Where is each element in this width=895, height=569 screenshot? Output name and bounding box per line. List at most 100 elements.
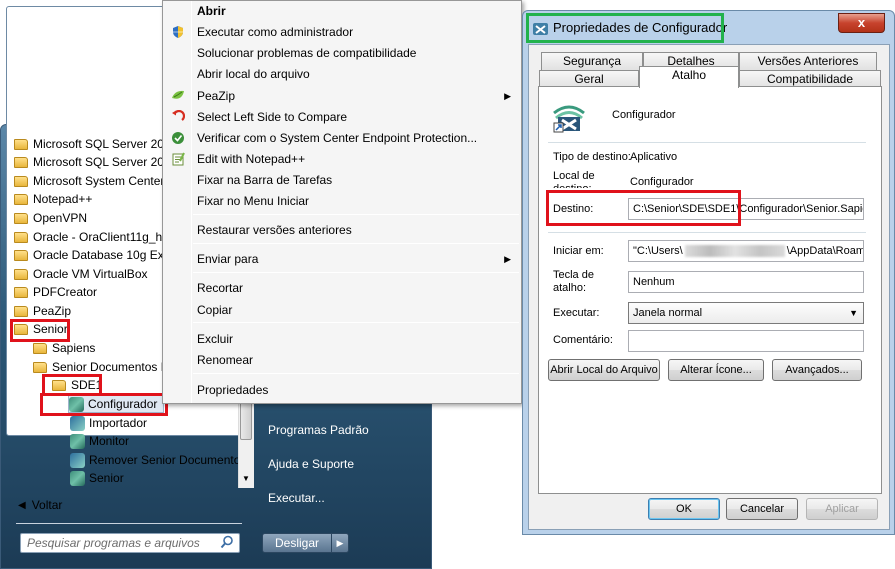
advanced-button[interactable]: Avançados... <box>772 359 862 381</box>
programs-scroll-thumb[interactable] <box>240 400 252 440</box>
cut-item[interactable]: Recortar <box>197 278 243 298</box>
program-label: Senior Documentos E <box>52 360 169 374</box>
monitor-item[interactable]: Monitor <box>70 432 238 450</box>
folder-icon <box>14 138 28 150</box>
tab-atalho[interactable]: Atalho <box>639 66 739 88</box>
submenu-arrow-icon: ▶ <box>504 254 511 264</box>
program-label: Configurador <box>88 397 158 411</box>
senior-app-item[interactable]: Senior <box>70 469 238 487</box>
program-label: OpenVPN <box>33 211 88 225</box>
comment-input[interactable] <box>628 330 864 352</box>
restore-previous-versions-item[interactable]: Restaurar versões anteriores <box>197 220 352 240</box>
shortcut-icon <box>552 99 586 133</box>
program-label: Monitor <box>89 434 130 448</box>
pin-taskbar-item[interactable]: Fixar na Barra de Tarefas <box>197 170 332 190</box>
remover-senior-item[interactable]: Remover Senior Documentos <box>70 451 238 469</box>
app-icon <box>70 415 85 431</box>
run-as-admin-item[interactable]: Executar como administrador <box>197 22 353 42</box>
program-label: Microsoft SQL Server 2008 <box>33 155 178 169</box>
run-link[interactable]: Executar... <box>268 491 325 505</box>
ok-button[interactable]: OK <box>648 498 720 520</box>
folder-icon <box>14 175 28 187</box>
open-item[interactable]: Abrir <box>197 1 226 21</box>
folder-icon <box>14 249 28 261</box>
send-to-item[interactable]: Enviar para <box>197 249 258 269</box>
folder-icon <box>52 379 66 391</box>
start-in-prefix: "C:\Users\ <box>633 245 683 257</box>
target-input[interactable]: C:\Senior\SDE\SDE1\Configurador\Senior.S… <box>628 198 864 220</box>
importador-item[interactable]: Importador <box>70 414 238 432</box>
help-and-support-link[interactable]: Ajuda e Suporte <box>268 457 354 471</box>
folder-icon <box>33 342 47 354</box>
program-label: Importador <box>89 416 148 430</box>
select-left-compare-item[interactable]: Select Left Side to Compare <box>197 107 347 127</box>
context-menu-separator <box>193 214 519 215</box>
rename-item[interactable]: Renomear <box>197 350 253 370</box>
folder-icon <box>14 268 28 280</box>
program-label: Oracle - OraClient11g_ho <box>33 230 169 244</box>
compare-icon <box>171 109 186 124</box>
start-menu-divider <box>16 523 242 524</box>
change-icon-button[interactable]: Alterar Ícone... <box>668 359 764 381</box>
context-menu-separator <box>193 322 519 323</box>
shutdown-button[interactable]: Desligar <box>262 533 332 553</box>
context-menu-gutter <box>191 1 192 403</box>
program-label: Notepad++ <box>33 192 93 206</box>
dialog-divider-2 <box>548 232 866 233</box>
program-label: PDFCreator <box>33 285 98 299</box>
run-select-value: Janela normal <box>633 307 703 319</box>
app-icon <box>70 470 85 486</box>
troubleshoot-compatibility-item[interactable]: Solucionar problemas de compatibilidade <box>197 43 416 63</box>
endpoint-protection-scan-item[interactable]: Verificar com o System Center Endpoint P… <box>197 128 477 148</box>
cancel-button[interactable]: Cancelar <box>726 498 798 520</box>
folder-icon <box>14 212 28 224</box>
properties-item[interactable]: Propriedades <box>197 380 268 400</box>
context-menu-separator <box>193 373 519 374</box>
configurador-item[interactable]: Configurador <box>68 395 164 413</box>
program-label: Sapiens <box>52 341 96 355</box>
search-icon[interactable] <box>220 535 234 549</box>
edit-notepad-item[interactable]: Edit with Notepad++ <box>197 149 305 169</box>
context-menu-separator <box>193 243 519 244</box>
start-in-suffix: \AppData\Roaming\ <box>786 245 863 257</box>
close-button[interactable]: x <box>838 13 885 33</box>
search-input[interactable]: Pesquisar programas e arquivos <box>20 533 240 553</box>
shortcut-name: Configurador <box>612 109 676 121</box>
start-in-label: Iniciar em: <box>553 245 604 257</box>
context-menu-separator <box>193 272 519 273</box>
back-button[interactable]: ◀ Voltar <box>18 498 62 512</box>
open-file-location-item[interactable]: Abrir local do arquivo <box>197 64 310 84</box>
target-location-label: Local de destino: <box>553 170 595 188</box>
scroll-down-arrow-icon[interactable]: ▼ <box>242 474 250 483</box>
tab-versoes-anteriores[interactable]: Versões Anteriores <box>739 52 877 70</box>
program-label: Microsoft System Center <box>33 174 165 188</box>
start-in-input[interactable]: "C:\Users\ \AppData\Roaming\ <box>628 240 864 262</box>
chevron-down-icon: ▼ <box>849 308 858 318</box>
tab-seguranca[interactable]: Segurança <box>541 52 643 70</box>
context-menu: Abrir Executar como administrador Solucion… <box>162 0 522 404</box>
delete-item[interactable]: Excluir <box>197 329 233 349</box>
dialog-title-highlight <box>526 13 724 43</box>
open-file-location-button[interactable]: Abrir Local do Arquivo <box>548 359 660 381</box>
program-label: Senior <box>89 471 124 485</box>
comment-label: Comentário: <box>553 334 613 346</box>
hotkey-input[interactable]: Nenhum <box>628 271 864 293</box>
target-location-value: Configurador <box>630 176 694 188</box>
target-type-label: Tipo de destino: <box>553 151 631 163</box>
run-label: Executar: <box>553 307 600 319</box>
program-label: Oracle VM VirtualBox <box>33 267 148 281</box>
run-select[interactable]: Janela normal ▼ <box>628 302 864 324</box>
hotkey-label: Tecla de atalho: <box>553 269 594 294</box>
program-label: SDE1 <box>71 378 103 392</box>
apply-button[interactable]: Aplicar <box>806 498 878 520</box>
app-icon <box>70 452 85 468</box>
back-arrow-icon: ◀ <box>18 499 26 511</box>
pin-start-menu-item[interactable]: Fixar no Menu Iniciar <box>197 191 309 211</box>
peazip-icon <box>171 89 185 103</box>
default-programs-link[interactable]: Programas Padrão <box>268 423 369 437</box>
copy-item[interactable]: Copiar <box>197 300 232 320</box>
shutdown-options-arrow-icon[interactable]: ▶ <box>331 533 349 553</box>
search-placeholder: Pesquisar programas e arquivos <box>27 536 200 550</box>
peazip-item[interactable]: PeaZip <box>197 86 235 106</box>
shield-icon <box>171 25 185 39</box>
